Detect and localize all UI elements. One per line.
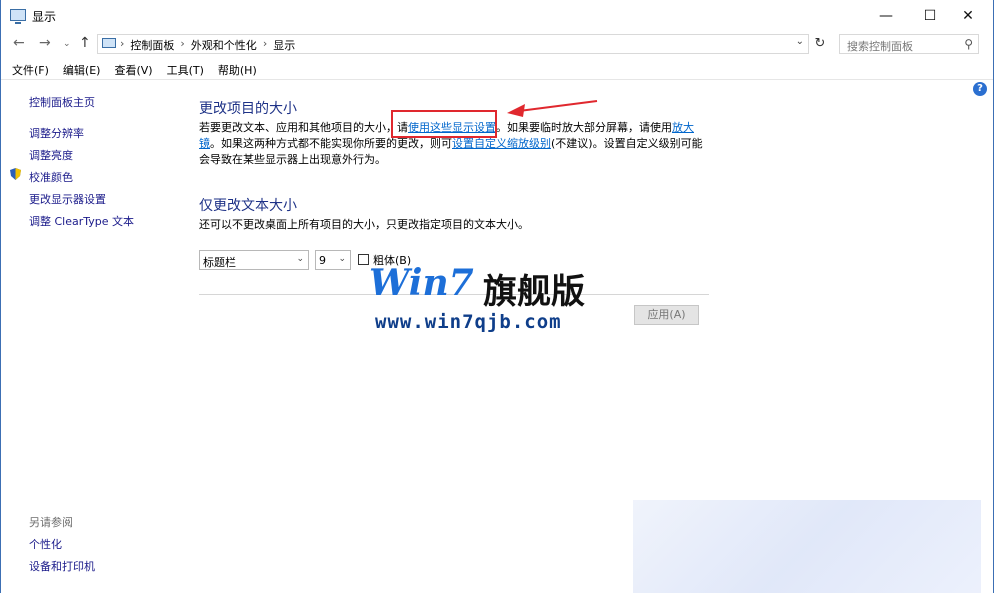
custom-scaling-link[interactable]: 设置自定义缩放级别 <box>452 137 551 150</box>
sidebar-item-calibrate-color[interactable]: 校准颜色 <box>29 169 73 185</box>
annotation-highlight-box <box>391 110 497 138</box>
text-size-description: 还可以不更改桌面上所有项目的大小，只更改指定项目的文本大小。 <box>199 218 529 231</box>
display-icon <box>10 9 26 24</box>
sidebar-item-personalization[interactable]: 个性化 <box>29 536 62 552</box>
shield-icon <box>10 168 21 180</box>
background-blur <box>633 500 981 593</box>
description-text: 。如果这两种方式都不能实现你所要的更改，则可 <box>210 137 452 150</box>
minimize-button[interactable]: — <box>863 0 909 31</box>
description-text: 若要更改文本、应用和其他项目的大小，请 <box>199 121 408 134</box>
sidebar: 控制面板主页 调整分辨率 调整亮度 校准颜色 更改显示器设置 调整 ClearT… <box>1 80 191 593</box>
breadcrumb-item[interactable]: 控制面板 <box>130 37 174 53</box>
search-input[interactable]: 搜索控制面板 ⚲ <box>839 34 979 54</box>
sidebar-item-cleartype[interactable]: 调整 ClearType 文本 <box>29 213 134 229</box>
close-button[interactable]: ✕ <box>945 0 991 31</box>
title-bar: 显示 — ☐ ✕ <box>1 0 993 31</box>
control-panel-window: 显示 — ☐ ✕ ← → ⌄ ↑ › 控制面板 › 外观和个性化 › 显示 ⌄ … <box>0 0 994 593</box>
breadcrumb-item[interactable]: 显示 <box>273 37 295 53</box>
sidebar-item-resolution[interactable]: 调整分辨率 <box>29 125 84 141</box>
item-select[interactable]: 标题栏 ⌄ <box>199 250 309 270</box>
breadcrumb-item[interactable]: 外观和个性化 <box>191 37 257 53</box>
watermark-logo-title: 旗舰版 <box>483 272 585 312</box>
sidebar-item-brightness[interactable]: 调整亮度 <box>29 147 73 163</box>
section-title-text-size: 仅更改文本大小 <box>199 198 297 214</box>
chevron-right-icon[interactable]: › <box>263 37 267 53</box>
menu-file[interactable]: 文件(F) <box>12 60 49 78</box>
annotation-arrow-icon <box>507 100 598 117</box>
see-also-label: 另请参阅 <box>29 516 73 529</box>
sidebar-item-display-settings[interactable]: 更改显示器设置 <box>29 191 106 207</box>
address-row: ← → ⌄ ↑ › 控制面板 › 外观和个性化 › 显示 ⌄ ↻ 搜索控制面板 … <box>1 31 993 58</box>
chevron-down-icon[interactable]: ⌄ <box>796 36 804 47</box>
section-title-change-size: 更改项目的大小 <box>199 101 297 117</box>
forward-icon[interactable]: → <box>39 35 51 51</box>
size-select[interactable]: 9 ⌄ <box>315 250 351 270</box>
chevron-down-icon: ⌄ <box>338 254 346 264</box>
back-icon[interactable]: ← <box>13 35 25 51</box>
chevron-right-icon[interactable]: › <box>120 37 124 53</box>
watermark-logo-win7: Win7 <box>369 262 474 304</box>
sidebar-item-home[interactable]: 控制面板主页 <box>29 94 95 110</box>
menu-tools[interactable]: 工具(T) <box>167 60 204 78</box>
menu-help[interactable]: 帮助(H) <box>218 60 257 78</box>
refresh-icon[interactable]: ↻ <box>811 36 829 54</box>
search-icon[interactable]: ⚲ <box>964 37 973 51</box>
help-icon[interactable]: ? <box>973 82 987 96</box>
size-select-value: 9 <box>319 254 326 267</box>
menu-view[interactable]: 查看(V) <box>114 60 152 78</box>
item-select-value: 标题栏 <box>203 256 236 269</box>
apply-button[interactable]: 应用(A) <box>634 305 699 325</box>
menu-bar: 文件(F) 编辑(E) 查看(V) 工具(T) 帮助(H) <box>1 60 993 78</box>
up-icon[interactable]: ↑ <box>79 35 91 51</box>
breadcrumb: › 控制面板 › 外观和个性化 › 显示 <box>120 37 295 53</box>
chevron-down-icon: ⌄ <box>296 254 304 264</box>
bold-checkbox[interactable] <box>358 254 369 265</box>
window-title: 显示 <box>32 10 57 24</box>
address-bar[interactable]: › 控制面板 › 外观和个性化 › 显示 ⌄ <box>97 34 809 54</box>
search-placeholder: 搜索控制面板 <box>847 40 913 53</box>
recent-dropdown-icon[interactable]: ⌄ <box>63 39 71 49</box>
sidebar-item-devices-printers[interactable]: 设备和打印机 <box>29 558 95 574</box>
watermark-url: www.win7qjb.com <box>375 311 562 333</box>
control-panel-icon <box>102 38 116 48</box>
menu-edit[interactable]: 编辑(E) <box>63 60 101 78</box>
chevron-right-icon[interactable]: › <box>180 37 184 53</box>
